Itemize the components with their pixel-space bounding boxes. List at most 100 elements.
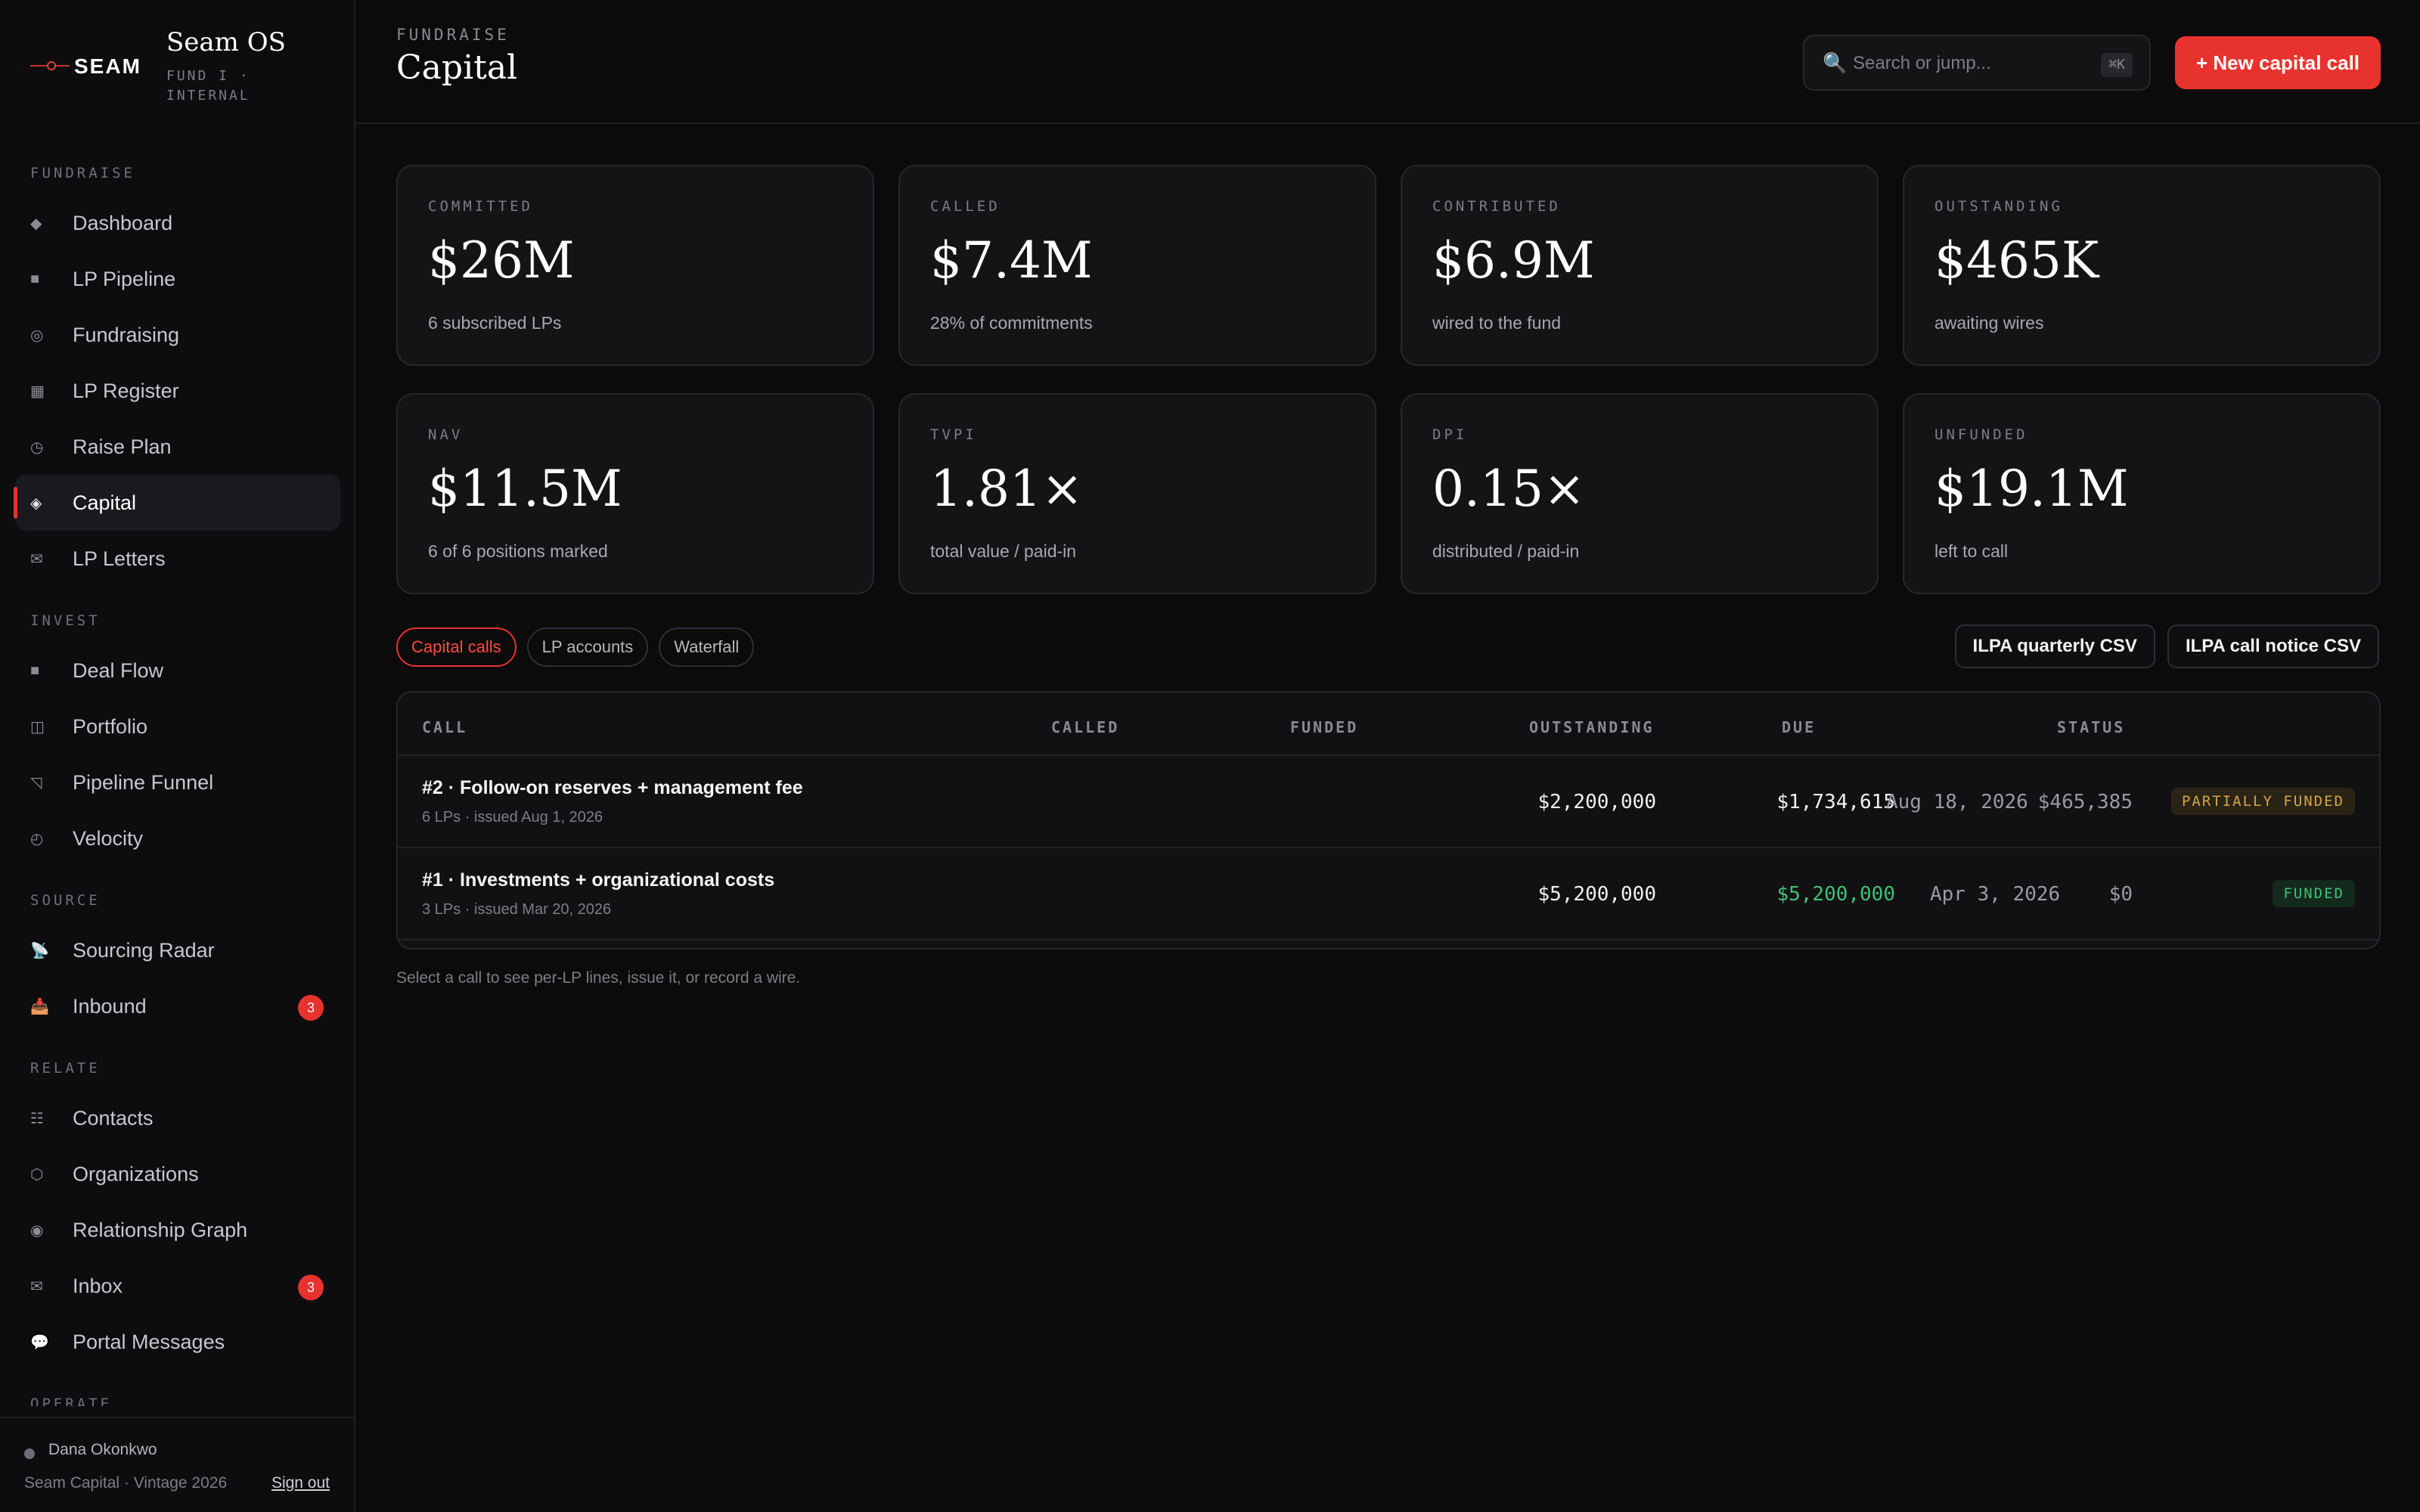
metric-label: NAV — [428, 426, 464, 443]
call-name: #1 · Investments + organizational costs — [422, 869, 775, 891]
table-row[interactable]: #2 · Follow-on reserves + management fee… — [398, 756, 2379, 848]
sidebar-item-inbound[interactable]: 📥 Inbound 3 — [15, 978, 340, 1034]
column-header-funded: FUNDED — [1290, 718, 1359, 736]
outstanding-amount: $0 — [2108, 883, 2133, 906]
graph-icon: ◉ — [30, 1222, 44, 1239]
sidebar-item-label: Fundraising — [73, 323, 180, 346]
search-input[interactable]: 🔍 Search or jump... ⌘K — [1803, 35, 2151, 91]
view-tabs: Capital calls LP accounts Waterfall — [396, 627, 755, 667]
sidebar-item-label: Dashboard — [73, 211, 173, 234]
section-label-operate: OPERATE — [30, 1396, 113, 1406]
section-label-relate: RELATE — [30, 1060, 101, 1077]
fund-label: FUND I · INTERNAL — [166, 68, 250, 104]
topbar: FUNDRAISE Capital 🔍 Search or jump... ⌘K… — [355, 0, 2420, 124]
metric-card-called: CALLED $7.4M 28% of commitments — [898, 165, 1376, 366]
column-header-called: CALLED — [1051, 718, 1120, 736]
sidebar-item-label: Portal Messages — [73, 1330, 225, 1353]
sidebar-item-inbox[interactable]: ✉ Inbox 3 — [15, 1258, 340, 1314]
presence-dot-icon — [24, 1448, 35, 1459]
metric-value: $19.1M — [1934, 460, 2129, 518]
due-date: Aug 18, 2026 — [1886, 791, 2028, 813]
sidebar-item-relationship-graph[interactable]: ◉ Relationship Graph — [15, 1202, 340, 1258]
sidebar-item-label: Inbox — [73, 1274, 123, 1297]
call-name: #2 · Follow-on reserves + management fee — [422, 777, 803, 798]
sidebar-item-velocity[interactable]: ◴ Velocity — [15, 810, 340, 866]
metric-value: $6.9M — [1432, 231, 1595, 290]
metric-label: UNFUNDED — [1934, 426, 2028, 443]
brand[interactable]: SEAM Seam OS FUND I · INTERNAL — [30, 27, 348, 118]
metric-value: $11.5M — [428, 460, 622, 518]
user-name: Dana Okonkwo — [48, 1441, 157, 1458]
ilpa-call-notice-csv-button[interactable]: ILPA call notice CSV — [2167, 624, 2379, 668]
speech-bubble-icon: 💬 — [30, 1334, 49, 1351]
sidebar-item-label: Contacts — [73, 1106, 154, 1129]
sidebar-item-raise-plan[interactable]: ◷ Raise Plan — [15, 419, 340, 475]
inbox-tray-icon: 📥 — [30, 998, 49, 1015]
metric-label: COMMITTED — [428, 198, 533, 215]
sidebar-item-organizations[interactable]: ⬡ Organizations — [15, 1146, 340, 1202]
tab-lp-accounts[interactable]: LP accounts — [526, 627, 649, 667]
outstanding-amount: $465,385 — [2037, 791, 2133, 813]
timer-icon: ◴ — [30, 830, 44, 847]
metric-value: $7.4M — [930, 231, 1093, 290]
envelope-icon: ✉ — [30, 1278, 43, 1295]
sidebar-nav: FUNDRAISE ◆ Dashboard ■ LP Pipeline ◎ Fundr… — [0, 151, 355, 1406]
sidebar-item-fundraising[interactable]: ◎ Fundraising — [15, 307, 340, 363]
sidebar-item-portfolio[interactable]: ◫ Portfolio — [15, 699, 340, 754]
metric-card-committed: COMMITTED $26M 6 subscribed LPs — [396, 165, 874, 366]
funnel-icon: ◹ — [30, 774, 42, 792]
metric-subtext: total value / paid-in — [930, 541, 1077, 561]
metric-label: TVPI — [930, 426, 977, 443]
metric-label: CALLED — [930, 198, 1001, 215]
target-icon: ◎ — [30, 327, 44, 344]
sidebar-item-label: Portfolio — [73, 714, 148, 738]
ilpa-quarterly-csv-button[interactable]: ILPA quarterly CSV — [1954, 624, 2155, 668]
table-hint: Select a call to see per-LP lines, issue… — [396, 969, 801, 987]
section-label-fundraise: FUNDRAISE — [30, 165, 135, 181]
sidebar-item-contacts[interactable]: ☷ Contacts — [15, 1090, 340, 1146]
column-header-due: DUE — [1782, 718, 1817, 736]
sidebar-item-lp-letters[interactable]: ✉ LP Letters — [15, 531, 340, 587]
metric-subtext: 6 subscribed LPs — [428, 313, 562, 333]
tab-capital-calls[interactable]: Capital calls — [396, 627, 517, 667]
sidebar-item-pipeline-funnel[interactable]: ◹ Pipeline Funnel — [15, 754, 340, 810]
sign-out-link[interactable]: Sign out — [271, 1474, 330, 1492]
search-icon: 🔍 — [1823, 51, 1848, 74]
sidebar: SEAM Seam OS FUND I · INTERNAL FUNDRAISE… — [0, 0, 355, 1512]
new-capital-call-button[interactable]: + New capital call — [2175, 36, 2381, 89]
sidebar-item-label: Relationship Graph — [73, 1218, 248, 1241]
sidebar-item-label: Inbound — [73, 994, 147, 1018]
capital-calls-table: CALL CALLED FUNDED OUTSTANDING DUE STATU… — [396, 691, 2381, 950]
list-icon: ☷ — [30, 1110, 44, 1127]
inbound-count-badge: 3 — [298, 995, 324, 1021]
sidebar-item-label: Raise Plan — [73, 435, 172, 458]
sidebar-item-label: Deal Flow — [73, 658, 164, 682]
status-badge: FUNDED — [2273, 880, 2355, 907]
sidebar-item-sourcing-radar[interactable]: 📡 Sourcing Radar — [15, 922, 340, 978]
register-icon: ▦ — [30, 383, 45, 400]
square-icon: ■ — [30, 662, 40, 679]
sidebar-item-deal-flow[interactable]: ■ Deal Flow — [15, 643, 340, 699]
funded-amount: $1,734,615 — [1776, 791, 1895, 813]
sidebar-item-label: Organizations — [73, 1162, 199, 1185]
tab-waterfall[interactable]: Waterfall — [659, 627, 755, 667]
sidebar-item-lp-register[interactable]: ▦ LP Register — [15, 363, 340, 419]
metric-subtext: wired to the fund — [1432, 313, 1562, 333]
sidebar-item-lp-pipeline[interactable]: ■ LP Pipeline — [15, 251, 340, 307]
sidebar-item-dashboard[interactable]: ◆ Dashboard — [15, 195, 340, 251]
section-label-invest: INVEST — [30, 612, 101, 629]
metric-value: 1.81× — [930, 460, 1084, 518]
metric-card-nav: NAV $11.5M 6 of 6 positions marked — [396, 393, 874, 594]
satellite-icon: 📡 — [30, 942, 49, 959]
diamond-outline-icon: ◈ — [30, 494, 42, 512]
metric-label: CONTRIBUTED — [1432, 198, 1561, 215]
app-name: Seam OS — [166, 27, 286, 57]
metric-value: 0.15× — [1432, 460, 1586, 518]
called-amount: $5,200,000 — [1537, 883, 1656, 906]
sidebar-item-capital[interactable]: ◈ Capital — [14, 475, 340, 531]
main-content: FUNDRAISE Capital 🔍 Search or jump... ⌘K… — [355, 0, 2420, 1512]
sidebar-item-portal-messages[interactable]: 💬 Portal Messages — [15, 1314, 340, 1370]
section-label-source: SOURCE — [30, 892, 101, 909]
export-actions: ILPA quarterly CSV ILPA call notice CSV — [1954, 624, 2379, 668]
table-row[interactable]: #1 · Investments + organizational costs … — [398, 848, 2379, 940]
